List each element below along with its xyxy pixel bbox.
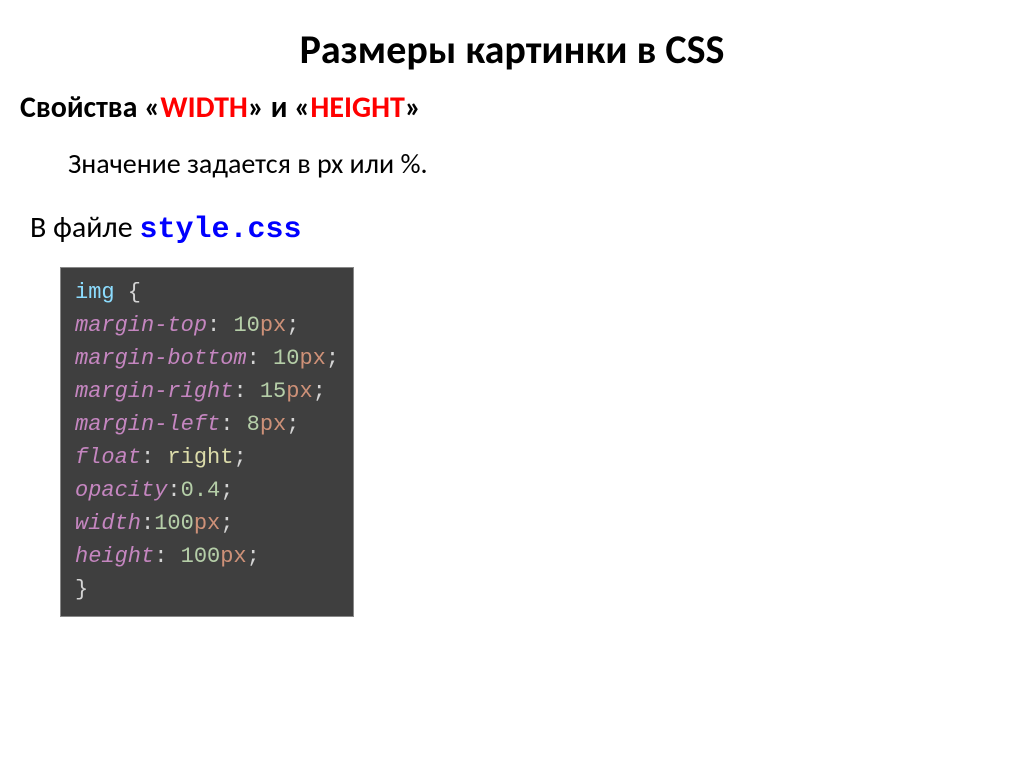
slide-title: Размеры картинки в CSS	[20, 25, 1004, 74]
file-line: В файле style.css	[30, 209, 1004, 247]
code-unit: px	[299, 346, 325, 371]
code-number: 100	[181, 544, 221, 569]
code-prop: margin-bottom	[75, 346, 247, 371]
code-line-3: margin-right: 15px;	[75, 375, 339, 408]
code-brace-close: }	[75, 577, 88, 602]
code-semicolon: ;	[220, 478, 233, 503]
code-colon: :	[141, 445, 167, 470]
subtitle-mid: » и «	[248, 89, 311, 126]
code-number: 0.4	[181, 478, 221, 503]
code-line-7: width:100px;	[75, 507, 339, 540]
code-semicolon: ;	[326, 346, 339, 371]
subtitle-height: HEIGHT	[310, 89, 404, 126]
code-number: 10	[233, 313, 259, 338]
code-colon: :	[167, 478, 180, 503]
code-prop: margin-left	[75, 412, 220, 437]
code-unit: px	[260, 412, 286, 437]
subtitle-prefix: Свойства «	[20, 89, 160, 126]
subtitle-width: WIDTH	[160, 89, 247, 126]
code-prop: width	[75, 511, 141, 536]
code-semicolon: ;	[233, 445, 246, 470]
code-unit: px	[286, 379, 312, 404]
code-line-2: margin-bottom: 10px;	[75, 342, 339, 375]
code-selector: img	[75, 280, 115, 305]
code-unit: px	[220, 544, 246, 569]
code-number: 8	[247, 412, 260, 437]
slide-content: Размеры картинки в CSS Свойства «WIDTH» …	[0, 0, 1024, 617]
code-line-5: float: right;	[75, 441, 339, 474]
code-semicolon: ;	[286, 412, 299, 437]
file-line-prefix: В файле	[30, 209, 139, 246]
code-semicolon: ;	[286, 313, 299, 338]
code-semicolon: ;	[247, 544, 260, 569]
code-line-6: opacity:0.4;	[75, 474, 339, 507]
file-name: style.css	[139, 213, 301, 247]
code-unit: px	[260, 313, 286, 338]
code-colon: :	[220, 412, 246, 437]
code-unit: px	[194, 511, 220, 536]
code-brace-open: {	[115, 280, 141, 305]
code-colon: :	[233, 379, 259, 404]
subtitle-suffix: »	[405, 89, 421, 126]
code-prop: height	[75, 544, 154, 569]
code-number: 100	[154, 511, 194, 536]
code-colon: :	[141, 511, 154, 536]
code-semicolon: ;	[220, 511, 233, 536]
code-line-0: img {	[75, 276, 339, 309]
description-text: Значение задается в px или %.	[68, 146, 1004, 181]
code-line-8: height: 100px;	[75, 540, 339, 573]
code-prop: margin-right	[75, 379, 233, 404]
code-block: img { margin-top: 10px; margin-bottom: 1…	[60, 267, 354, 617]
code-line-9: }	[75, 573, 339, 606]
code-prop: margin-top	[75, 313, 207, 338]
code-colon: :	[247, 346, 273, 371]
code-colon: :	[207, 313, 233, 338]
code-prop: opacity	[75, 478, 167, 503]
code-keyword: right	[167, 445, 233, 470]
code-line-1: margin-top: 10px;	[75, 309, 339, 342]
code-prop: float	[75, 445, 141, 470]
subtitle: Свойства «WIDTH» и «HEIGHT»	[20, 89, 1004, 126]
code-semicolon: ;	[313, 379, 326, 404]
code-line-4: margin-left: 8px;	[75, 408, 339, 441]
code-number: 15	[260, 379, 286, 404]
code-colon: :	[154, 544, 180, 569]
code-number: 10	[273, 346, 299, 371]
